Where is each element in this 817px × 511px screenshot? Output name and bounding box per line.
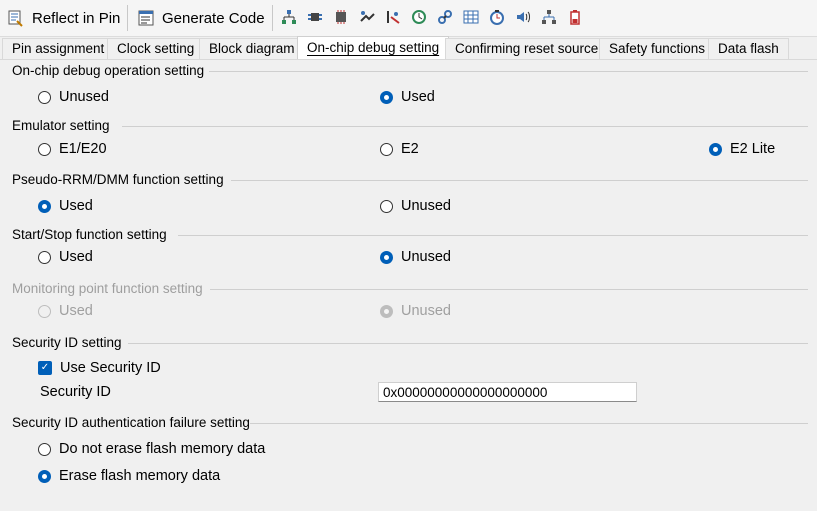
- security-id-label: Security ID: [40, 384, 111, 400]
- sound-icon[interactable]: [514, 8, 532, 26]
- group-title-pseudo-rrm: Pseudo-RRM/DMM function setting: [12, 172, 224, 187]
- radio-label: E1/E20: [59, 141, 107, 157]
- radio-emulator-e2-lite[interactable]: E2 Lite: [709, 141, 775, 157]
- radio-circle: [380, 90, 393, 104]
- radio-label: Unused: [59, 89, 109, 105]
- group-title-emulator: Emulator setting: [12, 118, 110, 133]
- tab-data-flash[interactable]: Data flash: [708, 38, 789, 59]
- radio-label: Used: [59, 249, 93, 265]
- group-title-monitoring-point: Monitoring point function setting: [12, 281, 203, 296]
- on-chip-debug-panel: On-chip debug operation setting Unused U…: [0, 60, 817, 511]
- clock-icon[interactable]: [410, 8, 428, 26]
- radio-debug-unused[interactable]: Unused: [38, 89, 109, 105]
- checkbox-label: Use Security ID: [60, 360, 161, 376]
- radio-circle: [38, 90, 51, 104]
- group-title-security-id: Security ID setting: [12, 335, 122, 350]
- group-divider: [122, 126, 808, 127]
- radio-monitoring-used: Used: [38, 303, 93, 319]
- generate-code-button[interactable]: Generate Code: [136, 4, 265, 32]
- group-divider: [250, 423, 808, 424]
- radio-circle: [38, 304, 51, 318]
- grid-icon[interactable]: [462, 8, 480, 26]
- radio-emulator-e2[interactable]: E2: [380, 141, 419, 157]
- radio-label: Unused: [401, 249, 451, 265]
- generate-code-icon: [136, 8, 156, 28]
- tab-pin-assignment[interactable]: Pin assignment: [2, 38, 115, 59]
- radio-label: Used: [59, 198, 93, 214]
- security-id-input[interactable]: [378, 382, 637, 402]
- tab-block-diagram[interactable]: Block diagram: [199, 38, 305, 59]
- radio-label: Unused: [401, 198, 451, 214]
- radio-circle: [380, 250, 393, 264]
- radio-circle: [38, 442, 51, 456]
- group-divider: [209, 71, 808, 72]
- use-security-id-checkbox[interactable]: ✓ Use Security ID: [38, 360, 161, 376]
- group-title-debug-operation: On-chip debug operation setting: [12, 63, 205, 78]
- toolbar: Reflect in Pin Generate Code: [0, 0, 817, 37]
- radio-circle: [38, 469, 51, 483]
- radio-label: Used: [401, 89, 435, 105]
- group-divider: [210, 289, 808, 290]
- chip-icon[interactable]: [332, 8, 350, 26]
- radio-emulator-e1-e20[interactable]: E1/E20: [38, 141, 107, 157]
- radio-circle: [380, 142, 393, 156]
- group-divider: [231, 180, 808, 181]
- radio-debug-used[interactable]: Used: [380, 89, 435, 105]
- radio-circle: [38, 142, 51, 156]
- battery-icon[interactable]: [566, 8, 584, 26]
- radio-erase-flash[interactable]: Erase flash memory data: [38, 468, 220, 484]
- toolbar-separator: [127, 5, 128, 31]
- radio-circle: [380, 199, 393, 213]
- dma-icon[interactable]: [358, 8, 376, 26]
- radio-label: E2: [401, 141, 419, 157]
- radio-pseudo-rrm-used[interactable]: Used: [38, 198, 93, 214]
- checkmark-icon: ✓: [38, 361, 52, 375]
- radio-circle: [38, 199, 51, 213]
- reflect-pin-icon: [6, 8, 26, 28]
- tab-bar: Pin assignment Clock setting Block diagr…: [0, 36, 817, 60]
- timer-icon[interactable]: [488, 8, 506, 26]
- group-divider: [128, 343, 808, 344]
- reflect-in-pin-label: Reflect in Pin: [32, 9, 121, 27]
- radio-do-not-erase-flash[interactable]: Do not erase flash memory data: [38, 441, 265, 457]
- group-divider: [178, 235, 808, 236]
- tab-clock-setting[interactable]: Clock setting: [107, 38, 205, 59]
- group-title-auth-failure: Security ID authentication failure setti…: [12, 415, 250, 430]
- radio-circle: [709, 142, 722, 156]
- group-title-start-stop: Start/Stop function setting: [12, 227, 167, 242]
- tab-safety-functions[interactable]: Safety functions: [599, 38, 716, 59]
- radio-start-stop-used[interactable]: Used: [38, 249, 93, 265]
- pins-icon[interactable]: [306, 8, 324, 26]
- radio-label: Do not erase flash memory data: [59, 441, 266, 457]
- radio-label: Used: [59, 303, 93, 319]
- radio-circle: [380, 304, 393, 318]
- components-tree-icon[interactable]: [280, 8, 298, 26]
- generate-code-label: Generate Code: [162, 9, 265, 27]
- radio-pseudo-rrm-unused[interactable]: Unused: [380, 198, 451, 214]
- interrupt-icon[interactable]: [384, 8, 402, 26]
- radio-label: Erase flash memory data: [59, 468, 221, 484]
- link-icon[interactable]: [436, 8, 454, 26]
- tab-on-chip-debug-setting[interactable]: On-chip debug setting: [297, 36, 450, 60]
- radio-label: E2 Lite: [730, 141, 776, 157]
- radio-start-stop-unused[interactable]: Unused: [380, 249, 451, 265]
- reflect-in-pin-button[interactable]: Reflect in Pin: [6, 4, 120, 32]
- radio-circle: [38, 250, 51, 264]
- radio-label: Unused: [401, 303, 451, 319]
- radio-monitoring-unused: Unused: [380, 303, 451, 319]
- network-icon[interactable]: [540, 8, 558, 26]
- toolbar-separator: [272, 5, 273, 31]
- tab-confirming-reset-source[interactable]: Confirming reset source: [445, 38, 609, 59]
